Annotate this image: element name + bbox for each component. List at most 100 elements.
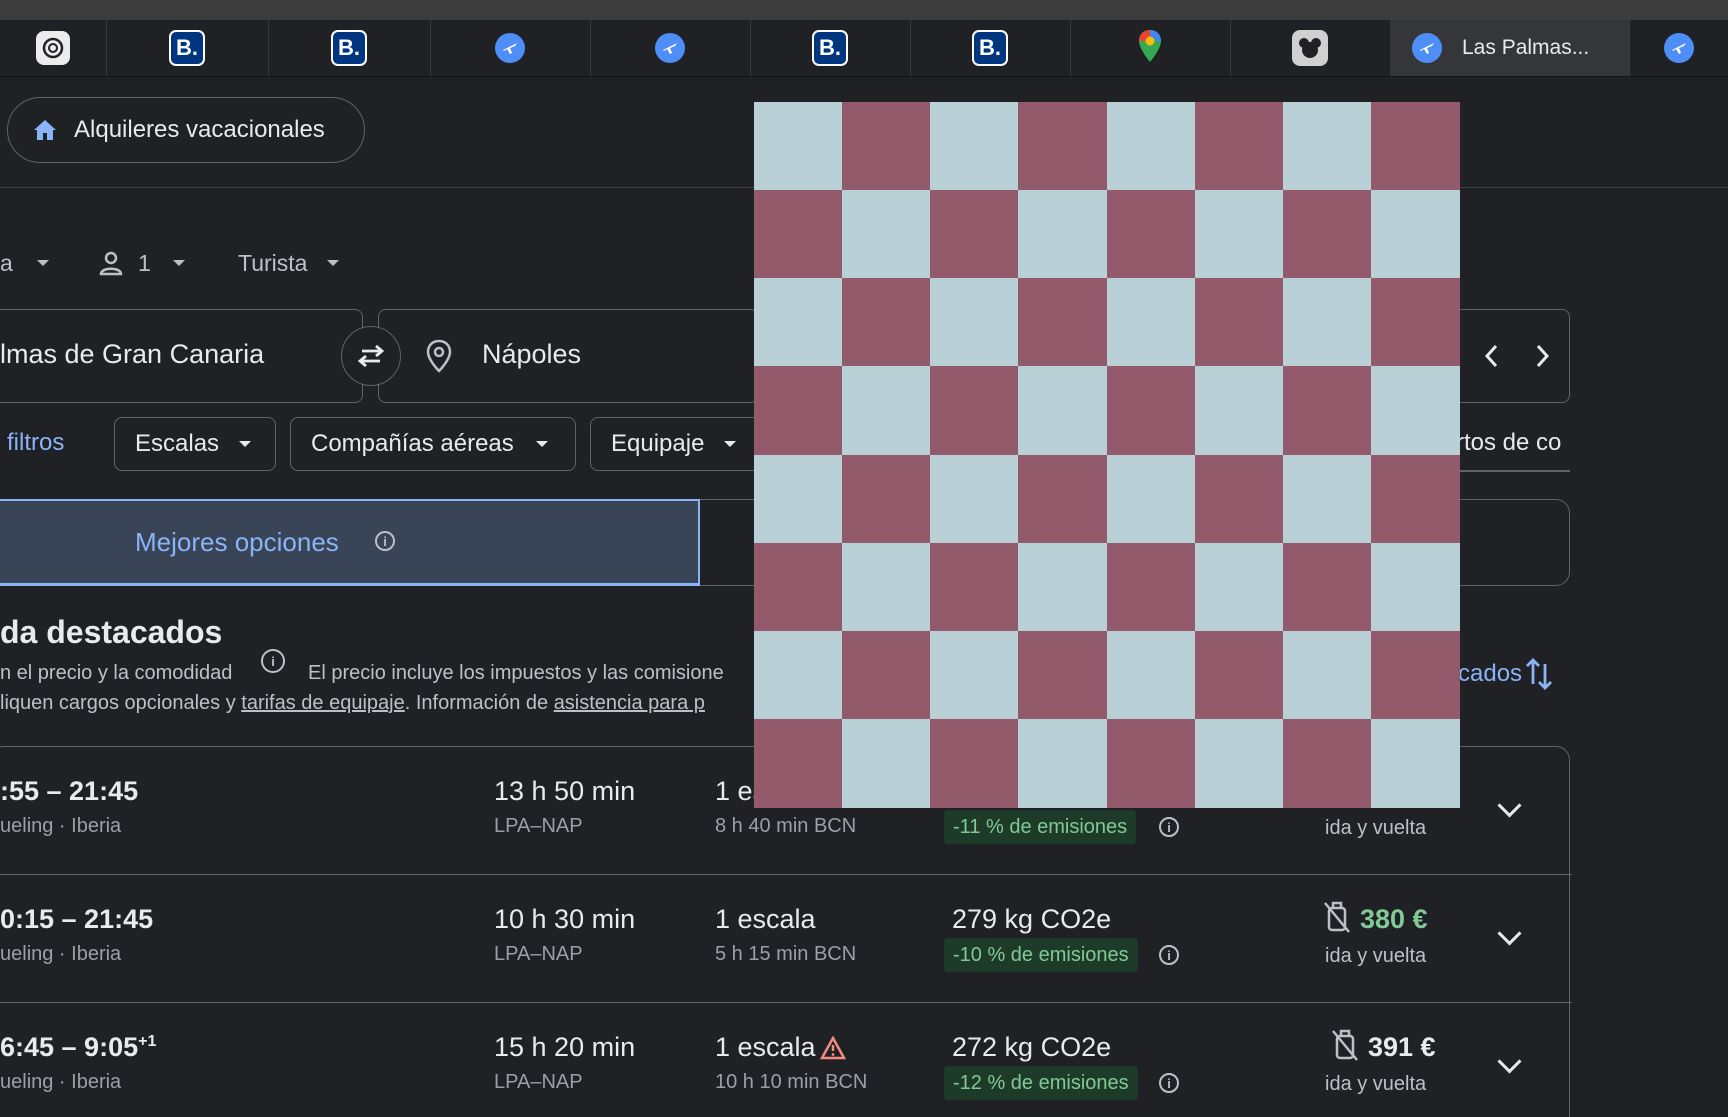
baggage-fees-link[interactable]: tarifas de equipaje	[241, 692, 404, 714]
tab-flights-3[interactable]	[1630, 20, 1728, 76]
emissions-badge: -12 % de emisiones	[944, 1066, 1138, 1100]
tab-flights-1[interactable]	[430, 20, 591, 76]
price-note: ida y vuelta	[1325, 945, 1427, 967]
checker-cell	[842, 454, 932, 544]
checker-cell	[1194, 366, 1284, 456]
flight-duration: 15 h 20 min	[494, 1032, 636, 1062]
airlines-filter[interactable]: Compañías aéreas	[290, 417, 576, 471]
flight-duration: 10 h 30 min	[494, 904, 636, 934]
assistance-link[interactable]: asistencia para p	[554, 692, 705, 714]
swap-arrows-icon	[354, 343, 388, 369]
checker-cell	[842, 366, 932, 456]
checker-cell	[842, 190, 932, 280]
checker-cell	[1106, 718, 1196, 808]
partial-filter-label[interactable]: rtos de co	[1456, 429, 1561, 457]
emissions-badge: -11 % de emisiones	[944, 810, 1137, 844]
checker-cell	[1018, 630, 1108, 720]
flight-times: 6:45 – 9:05+1	[0, 1032, 156, 1063]
next-day-marker: +1	[138, 1033, 157, 1050]
checker-cell	[1194, 190, 1284, 280]
checker-cell	[1282, 102, 1372, 191]
checker-cell	[1106, 542, 1196, 632]
info-icon[interactable]: i	[261, 649, 285, 673]
chevron-down-icon	[327, 260, 340, 266]
checker-cell	[1194, 278, 1284, 368]
checker-cell	[1106, 102, 1196, 191]
checker-cell	[930, 454, 1020, 544]
checker-cell	[930, 630, 1020, 720]
stops-filter[interactable]: Escalas	[114, 417, 276, 471]
checker-cell	[754, 278, 843, 368]
checker-cell	[930, 718, 1020, 808]
checker-cell	[1370, 366, 1460, 456]
vacation-rentals-button[interactable]: Alquileres vacacionales	[7, 97, 365, 163]
checker-cell	[754, 454, 843, 544]
price-note: ida y vuelta	[1325, 1073, 1427, 1095]
checker-cell	[842, 278, 932, 368]
chevron-down-icon	[172, 260, 185, 266]
tab-mouse[interactable]	[1230, 20, 1391, 76]
sort-arrows-icon[interactable]	[1524, 656, 1554, 697]
tab-booking-2[interactable]: B.	[268, 20, 431, 76]
swap-button[interactable]	[341, 326, 401, 386]
checker-cell	[1018, 366, 1108, 456]
checker-cell	[842, 542, 932, 632]
checker-cell	[1370, 718, 1460, 808]
checker-cell	[1370, 542, 1460, 632]
info-icon[interactable]: i	[1159, 817, 1179, 837]
checker-cell	[930, 366, 1020, 456]
checker-cell	[1194, 454, 1284, 544]
flight-layover: 5 h 15 min BCN	[715, 943, 857, 965]
chevron-down-icon	[239, 441, 252, 447]
info-icon[interactable]: i	[375, 531, 395, 551]
person-icon	[98, 250, 124, 276]
tab-chatgpt[interactable]	[0, 20, 107, 76]
flight-times-value: 6:45 – 9:05	[0, 1032, 139, 1062]
tab-flights-2[interactable]	[590, 20, 751, 76]
flight-duration: 13 h 50 min	[494, 776, 636, 806]
cabin-class-select[interactable]: Turista	[238, 246, 340, 280]
mickey-icon	[1292, 30, 1328, 66]
location-pin-icon	[425, 339, 453, 378]
tab-las-palmas-active[interactable]: Las Palmas...	[1390, 20, 1630, 76]
chevron-down-icon	[36, 260, 49, 266]
flight-airlines: ueling · Iberia	[0, 815, 122, 837]
info-icon[interactable]: i	[1159, 945, 1179, 965]
airlines-filter-label: Compañías aéreas	[311, 430, 514, 457]
info-icon[interactable]: i	[1159, 1073, 1179, 1093]
tab-booking-4[interactable]: B.	[910, 20, 1071, 76]
checker-cell	[754, 190, 843, 280]
vacation-rentals-label: Alquileres vacacionales	[74, 116, 325, 143]
checker-cell	[1106, 278, 1196, 368]
tab-maps[interactable]	[1070, 20, 1231, 76]
tab-title: Las Palmas...	[1462, 36, 1590, 59]
checker-cell	[1018, 718, 1108, 808]
tab-booking-3[interactable]: B.	[750, 20, 911, 76]
origin-value: lmas de Gran Canaria	[0, 339, 265, 369]
trip-type-select[interactable]: a	[0, 246, 49, 280]
checker-cell	[842, 718, 932, 808]
chevron-left-icon[interactable]	[1482, 340, 1502, 377]
airplane-icon	[655, 33, 685, 63]
section-title: da destacados	[0, 614, 223, 650]
checker-cell	[1018, 454, 1108, 544]
checker-cell	[754, 366, 843, 456]
airplane-icon	[1664, 33, 1694, 63]
chevron-right-icon[interactable]	[1532, 340, 1552, 377]
flight-stops: 1 escala	[715, 1032, 816, 1062]
sort-button-label[interactable]: cados	[1458, 660, 1522, 688]
checker-cell	[930, 102, 1020, 191]
flight-airlines: ueling · Iberia	[0, 943, 122, 965]
passengers-select[interactable]: 1	[98, 246, 185, 280]
tab-best-options[interactable]	[0, 499, 700, 586]
flight-stops: 1 escala	[715, 904, 816, 934]
baggage-filter[interactable]: Equipaje	[590, 417, 770, 471]
checker-cell	[930, 542, 1020, 632]
checker-cell	[1282, 278, 1372, 368]
checker-cell	[754, 102, 843, 191]
chatgpt-icon	[36, 31, 70, 65]
booking-icon: B.	[972, 30, 1008, 66]
all-filters-button[interactable]: filtros	[7, 429, 64, 457]
tab-booking-1[interactable]: B.	[106, 20, 269, 76]
checker-cell	[1282, 718, 1372, 808]
